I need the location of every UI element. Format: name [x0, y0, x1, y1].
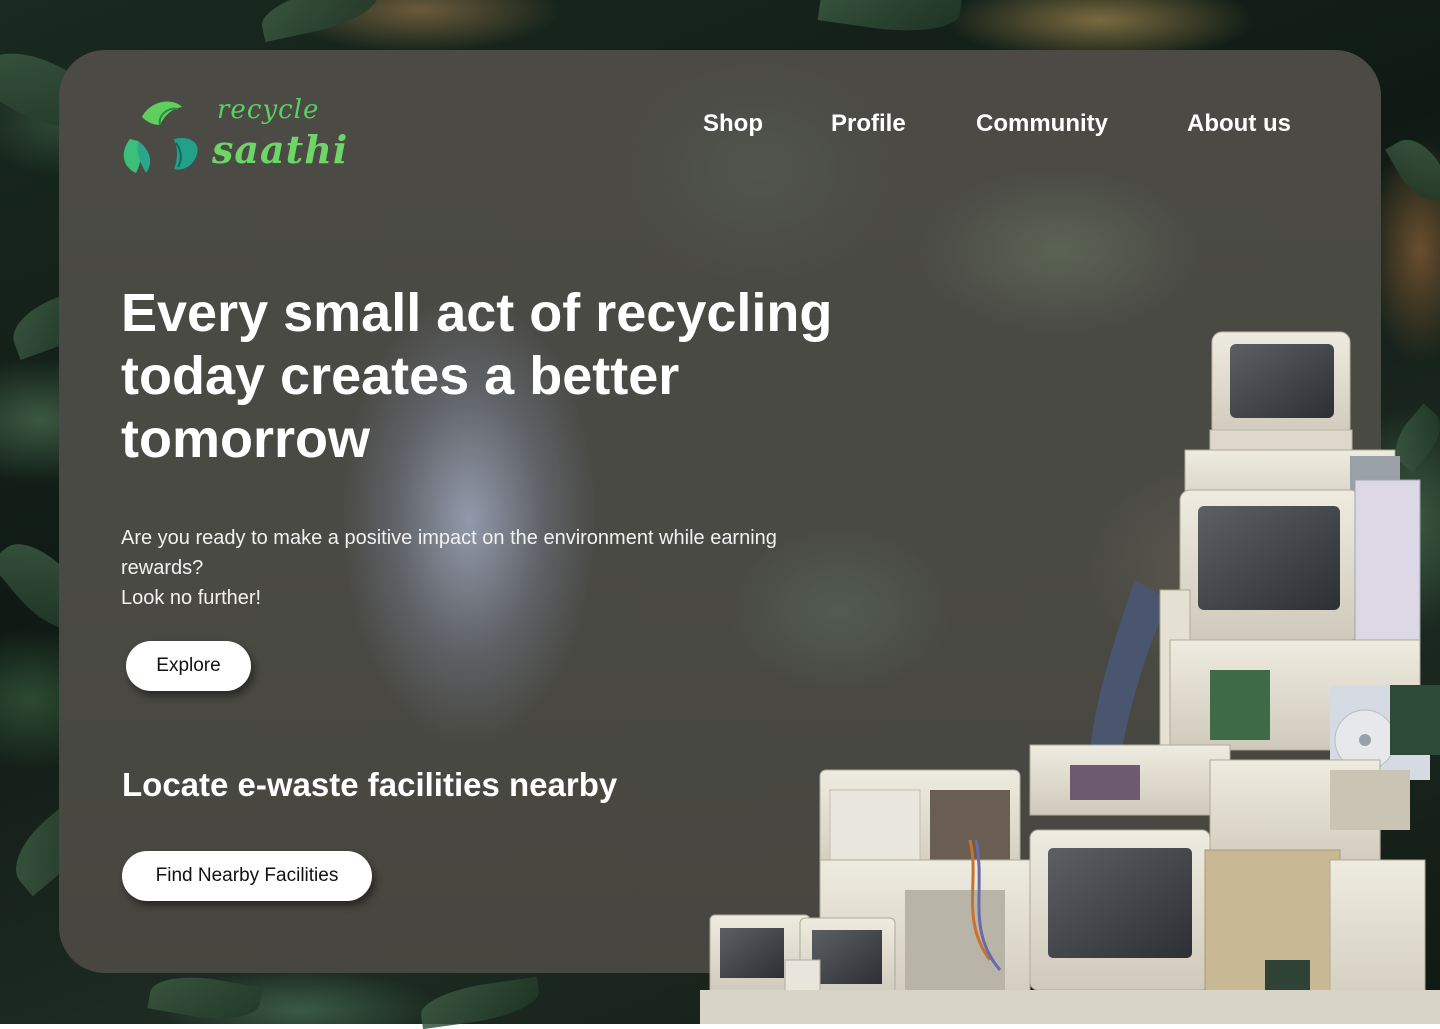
nav-about-us[interactable]: About us: [1187, 110, 1291, 138]
find-nearby-facilities-button[interactable]: Find Nearby Facilities: [122, 851, 372, 901]
leaf-decoration: [817, 0, 963, 40]
brand-word-saathi: saathi: [212, 127, 349, 172]
leaf-decoration: [1385, 129, 1440, 211]
facilities-heading: Locate e-waste facilities nearby: [122, 766, 618, 803]
leaf-decoration: [147, 968, 263, 1028]
nav-shop[interactable]: Shop: [703, 110, 763, 138]
leaf-decoration: [257, 0, 383, 43]
nav-profile[interactable]: Profile: [831, 110, 906, 138]
e-waste-pile-image: [700, 331, 1440, 1024]
brand-word-recycle: recycle: [217, 95, 320, 125]
brand-logo[interactable]: recycle saathi: [120, 95, 347, 177]
explore-button[interactable]: Explore: [126, 641, 251, 691]
leaf-decoration: [418, 976, 542, 1029]
nav-community[interactable]: Community: [976, 110, 1108, 138]
recycle-leaves-icon: [123, 101, 198, 173]
